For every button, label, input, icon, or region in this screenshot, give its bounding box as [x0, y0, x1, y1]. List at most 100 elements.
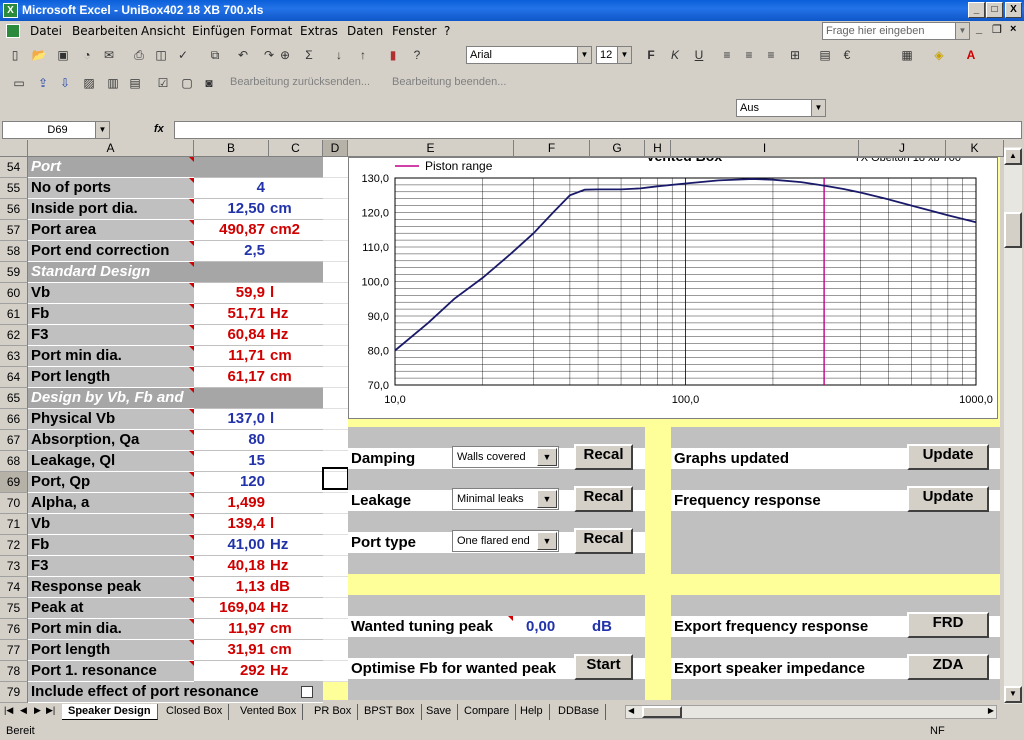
- col-header-f[interactable]: F: [514, 140, 590, 157]
- email-icon[interactable]: ✉: [100, 46, 118, 64]
- row-header[interactable]: 70: [0, 493, 28, 514]
- cell-d[interactable]: [323, 577, 348, 598]
- merge-center-icon[interactable]: ⊞: [786, 46, 804, 64]
- col-header-a[interactable]: A: [28, 140, 194, 157]
- row-header[interactable]: 74: [0, 577, 28, 598]
- parameter-value-cell[interactable]: 15: [194, 451, 323, 472]
- review-icon-7[interactable]: ☑: [154, 74, 172, 92]
- row-header[interactable]: 60: [0, 283, 28, 304]
- parameter-value-cell[interactable]: 1,499: [194, 493, 323, 514]
- sheet-tab[interactable]: PR Box: [308, 704, 359, 720]
- parameter-value-cell[interactable]: 60,84 Hz: [194, 325, 323, 346]
- row-header[interactable]: 58: [0, 241, 28, 262]
- parameter-label[interactable]: Physical Vb: [28, 409, 194, 430]
- workbook-icon[interactable]: [6, 24, 20, 38]
- chevron-down-icon[interactable]: ▼: [617, 47, 631, 63]
- parameter-value-cell[interactable]: 40,18 Hz: [194, 556, 323, 577]
- parameter-label[interactable]: Port min dia.: [28, 619, 194, 640]
- row-header[interactable]: 72: [0, 535, 28, 556]
- euro-icon[interactable]: €: [838, 46, 856, 64]
- select-all-corner[interactable]: [0, 140, 28, 157]
- print-preview-icon[interactable]: ◫: [152, 46, 170, 64]
- port-resonance-checkbox[interactable]: [301, 686, 313, 698]
- parameter-label[interactable]: Vb: [28, 514, 194, 535]
- align-left-icon[interactable]: ≡: [718, 46, 736, 64]
- review-icon-3[interactable]: ⇩: [56, 74, 74, 92]
- underline-icon[interactable]: U: [690, 46, 708, 64]
- chevron-down-icon[interactable]: ▼: [811, 100, 825, 116]
- parameter-label[interactable]: Port min dia.: [28, 346, 194, 367]
- tab-next-icon[interactable]: ▶: [34, 705, 41, 716]
- row-header[interactable]: 69: [0, 472, 28, 493]
- col-header-d[interactable]: D: [323, 140, 348, 157]
- h-scroll-thumb[interactable]: [642, 706, 682, 718]
- review-icon-1[interactable]: ▭: [10, 74, 28, 92]
- row-header[interactable]: 62: [0, 325, 28, 346]
- row-header[interactable]: 78: [0, 661, 28, 682]
- cell-d[interactable]: [323, 388, 348, 409]
- parameter-value-cell[interactable]: 2,5: [194, 241, 323, 262]
- menu-help[interactable]: ?: [444, 24, 450, 38]
- parameter-label[interactable]: Fb: [28, 535, 194, 556]
- bold-icon[interactable]: F: [642, 46, 660, 64]
- row-header[interactable]: 71: [0, 514, 28, 535]
- doc-restore-button[interactable]: ❐: [992, 23, 1002, 36]
- tab-first-icon[interactable]: |◀: [4, 705, 13, 716]
- col-header-e[interactable]: E: [348, 140, 514, 157]
- doc-minimize-button[interactable]: _: [976, 23, 982, 35]
- cell-d[interactable]: [323, 556, 348, 577]
- row-header[interactable]: 73: [0, 556, 28, 577]
- menu-extras[interactable]: Extras: [300, 24, 338, 38]
- minimize-button[interactable]: _: [968, 2, 985, 18]
- align-center-icon[interactable]: ≡: [740, 46, 758, 64]
- section-header[interactable]: Port: [28, 157, 194, 178]
- chevron-down-icon[interactable]: ▼: [577, 47, 591, 63]
- parameter-label[interactable]: Inside port dia.: [28, 199, 194, 220]
- scroll-right-icon[interactable]: ▶: [988, 706, 994, 715]
- parameter-label[interactable]: Vb: [28, 283, 194, 304]
- scroll-left-icon[interactable]: ◀: [628, 706, 634, 715]
- permission-icon[interactable]: ◔: [78, 46, 96, 64]
- row-header[interactable]: 54: [0, 157, 28, 178]
- parameter-label[interactable]: Response peak: [28, 577, 194, 598]
- save-icon[interactable]: ▣: [54, 46, 72, 64]
- function-icon[interactable]: fx: [154, 123, 164, 135]
- sheet-tab[interactable]: Vented Box: [234, 704, 304, 720]
- font-color-icon[interactable]: A: [962, 46, 980, 64]
- sheet-tab[interactable]: DDBase: [552, 704, 606, 720]
- review-icon-6[interactable]: ▤: [126, 74, 144, 92]
- row-header[interactable]: 61: [0, 304, 28, 325]
- review-icon-8[interactable]: ▢: [178, 74, 196, 92]
- parameter-label[interactable]: Include effect of port resonance: [28, 682, 323, 703]
- parameter-label[interactable]: F3: [28, 556, 194, 577]
- menu-format[interactable]: Format: [250, 24, 292, 38]
- send-back-button[interactable]: Bearbeitung zurücksenden...: [230, 76, 370, 88]
- parameter-value-cell[interactable]: 4: [194, 178, 323, 199]
- port-type-select[interactable]: One flared end ▼: [452, 530, 559, 552]
- cell-d[interactable]: [323, 241, 348, 262]
- sheet-tab[interactable]: Speaker Design: [62, 704, 158, 720]
- selected-cell[interactable]: [322, 467, 349, 490]
- review-icon-5[interactable]: ▥: [104, 74, 122, 92]
- parameter-label[interactable]: Port area: [28, 220, 194, 241]
- review-icon-4[interactable]: ▨: [80, 74, 98, 92]
- menu-bearbeiten[interactable]: Bearbeiten: [72, 24, 138, 38]
- row-header[interactable]: 59: [0, 262, 28, 283]
- cell-d[interactable]: [323, 367, 348, 388]
- fill-color-icon[interactable]: ◈: [930, 46, 948, 64]
- chevron-down-icon[interactable]: ▼: [95, 122, 109, 138]
- col-header-j[interactable]: J: [859, 140, 946, 157]
- col-header-c[interactable]: C: [269, 140, 323, 157]
- col-header-h[interactable]: H: [645, 140, 671, 157]
- doc-close-button[interactable]: ×: [1010, 23, 1016, 35]
- col-header-k[interactable]: K: [946, 140, 1004, 157]
- name-box[interactable]: D69 ▼: [2, 121, 110, 139]
- cell-d[interactable]: [323, 346, 348, 367]
- borders-icon[interactable]: ▦: [898, 46, 916, 64]
- parameter-value-cell[interactable]: 11,71 cm: [194, 346, 323, 367]
- cell-d[interactable]: [323, 304, 348, 325]
- col-header-b[interactable]: B: [194, 140, 269, 157]
- export-zda-button[interactable]: ZDA: [907, 654, 989, 680]
- scroll-thumb[interactable]: [1004, 212, 1022, 248]
- menu-ansicht[interactable]: Ansicht: [141, 24, 185, 38]
